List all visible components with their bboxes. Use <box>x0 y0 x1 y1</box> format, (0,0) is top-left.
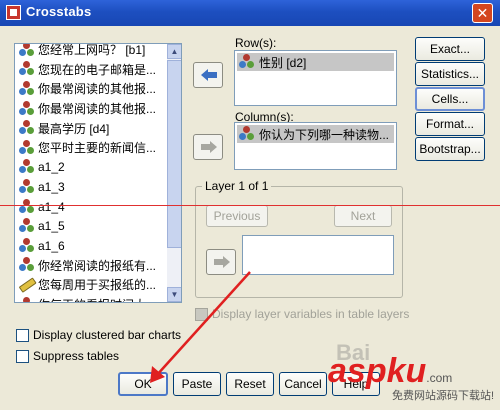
crosstabs-dialog: Crosstabs ✕ 您经常上网吗？ [b1] 您现在的电子邮箱是... 你最常阅… <box>0 0 500 410</box>
watermark-main: aspku <box>328 352 427 390</box>
annotation-arrow-icon <box>150 271 251 383</box>
watermark-suffix: .com <box>426 371 453 385</box>
site-watermark: aspku.com <box>328 352 452 391</box>
watermark-subtitle: 免费网站源码下载站! <box>392 390 495 402</box>
